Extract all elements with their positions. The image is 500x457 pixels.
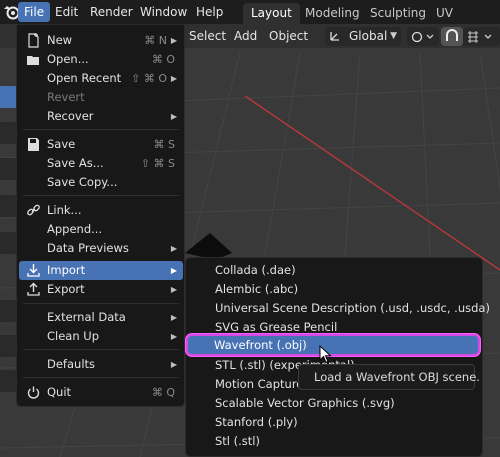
x-axis-line: [244, 95, 500, 271]
menu-item-label: Data Previews: [47, 241, 129, 255]
submenu-arrow-icon: ▶: [170, 266, 177, 275]
submenu-arrow-icon: ▶: [170, 74, 177, 83]
file-menu-revert: Revert: [19, 88, 183, 107]
file-menu-import[interactable]: Import ▶: [19, 261, 183, 280]
import-submenu: Collada (.dae) Alembic (.abc) Universal …: [185, 257, 490, 457]
import-wavefront-obj[interactable]: Wavefront (.obj): [186, 334, 480, 356]
menu-item-label: Save Copy...: [47, 175, 118, 189]
submenu-arrow-icon: ▶: [170, 285, 177, 294]
menu-item-label: External Data: [47, 310, 126, 324]
menu-item-label: Clean Up: [47, 329, 100, 343]
import-usd[interactable]: Universal Scene Description (.usd, .usdc…: [215, 299, 490, 318]
menu-separator: [23, 349, 179, 350]
file-menu-link[interactable]: Link...: [19, 201, 183, 220]
tab-sculpting[interactable]: Sculpting: [362, 3, 434, 24]
tooltip: Load a Wavefront OBJ scene.: [298, 364, 480, 390]
file-menu-data-previews[interactable]: Data Previews ▶: [19, 239, 183, 258]
submenu-arrow-icon: ▶: [170, 112, 177, 121]
menu-separator: [23, 303, 179, 304]
menu-item-label: Link...: [47, 203, 82, 217]
shortcut-label: ⌘ N: [144, 34, 167, 47]
menu-separator: [23, 129, 179, 130]
file-menu-save-copy[interactable]: Save Copy...: [19, 173, 183, 192]
menu-select[interactable]: Select: [189, 27, 226, 45]
file-menu-defaults[interactable]: Defaults ▶: [19, 355, 183, 374]
link-icon: [27, 204, 40, 216]
orientation-axes-icon: [330, 32, 339, 41]
menu-object[interactable]: Object: [269, 27, 308, 45]
tab-modeling[interactable]: Modeling: [297, 3, 368, 24]
mouse-pointer-icon: [319, 345, 332, 364]
top-menu-bar: File Edit Render Window Help Layout Mode…: [0, 0, 500, 41]
menu-separator: [23, 377, 179, 378]
file-menu-external-data[interactable]: External Data ▶: [19, 308, 183, 327]
file-menu-open-recent[interactable]: Open Recent ⇧ ⌘ O ▶: [19, 69, 183, 88]
menu-help[interactable]: Help: [190, 2, 229, 22]
shortcut-label: ⇧ ⌘ O: [131, 72, 167, 85]
file-menu-recover[interactable]: Recover ▶: [19, 107, 183, 126]
import-icon: [27, 264, 40, 277]
submenu-arrow-icon: ▶: [170, 244, 177, 253]
menu-window[interactable]: Window: [134, 2, 193, 22]
menu-file[interactable]: File: [18, 2, 51, 22]
file-menu-new[interactable]: New ⌘ N ▶: [19, 31, 183, 50]
magnet-icon: [446, 29, 458, 41]
menu-item-label: Open Recent: [47, 71, 122, 85]
import-collada[interactable]: Collada (.dae): [215, 261, 296, 280]
chevron-down-icon: ▼: [390, 31, 397, 41]
menu-item-label: Import: [47, 263, 86, 277]
new-file-icon: [28, 33, 39, 48]
import-alembic[interactable]: Alembic (.abc): [215, 280, 298, 299]
import-stl[interactable]: Stl (.stl): [215, 432, 260, 451]
menu-item-label: New: [47, 33, 73, 47]
tab-layout[interactable]: Layout: [243, 3, 300, 24]
power-icon: [27, 386, 40, 399]
shortcut-label: ⇧ ⌘ S: [140, 157, 175, 170]
file-menu-save[interactable]: Save ⌘ S: [19, 135, 183, 154]
folder-open-icon: [27, 56, 39, 65]
menu-item-label: Open...: [47, 52, 89, 66]
menu-add[interactable]: Add: [234, 27, 257, 45]
menu-item-label: Recover: [47, 109, 94, 123]
submenu-arrow-icon: ▶: [170, 313, 177, 322]
menu-item-label: Export: [47, 282, 85, 296]
file-menu-quit[interactable]: Quit ⌘ Q: [19, 383, 183, 402]
snap-grid-icon: [468, 31, 492, 43]
file-menu-append[interactable]: Append...: [19, 220, 183, 239]
menu-edit[interactable]: Edit: [49, 2, 84, 22]
save-icon: [28, 138, 39, 151]
pivot-point-dropdown[interactable]: [407, 27, 439, 46]
submenu-arrow-icon: ▶: [170, 36, 177, 45]
import-svg[interactable]: Scalable Vector Graphics (.svg): [215, 394, 395, 413]
snap-target-dropdown[interactable]: [463, 27, 500, 46]
menu-item-label: Append...: [47, 222, 103, 236]
file-menu-save-as[interactable]: Save As... ⇧ ⌘ S: [19, 154, 183, 173]
menu-separator: [23, 195, 179, 196]
shortcut-label: ⌘ S: [153, 138, 175, 151]
menu-item-label: Save As...: [47, 156, 104, 170]
import-ply[interactable]: Stanford (.ply): [215, 413, 298, 432]
menu-item-label: Save: [47, 137, 76, 151]
submenu-arrow-icon: ▶: [170, 360, 177, 369]
submenu-arrow-icon: ▶: [170, 332, 177, 341]
menu-render[interactable]: Render: [84, 2, 139, 22]
file-menu-export[interactable]: Export ▶: [19, 280, 183, 299]
file-menu-open[interactable]: Open... ⌘ O: [19, 50, 183, 69]
transform-orientation-dropdown[interactable]: Global ▼: [325, 27, 401, 46]
file-menu-clean-up[interactable]: Clean Up ▶: [19, 327, 183, 346]
menu-item-label: Wavefront (.obj): [214, 338, 307, 352]
shortcut-label: ⌘ Q: [151, 386, 175, 399]
shortcut-label: ⌘ O: [151, 53, 175, 66]
menu-item-label: Revert: [47, 90, 85, 104]
pivot-icon: [411, 31, 434, 43]
file-menu: New ⌘ N ▶ Open... ⌘ O Open Recent ⇧ ⌘ O …: [16, 24, 185, 407]
export-icon: [27, 282, 40, 296]
snap-toggle[interactable]: [441, 27, 463, 46]
menu-item-label: Defaults: [47, 357, 96, 371]
menu-item-label: Quit: [47, 385, 72, 399]
tab-uv-editing[interactable]: UV Editing: [428, 3, 500, 41]
orientation-value: Global: [349, 29, 388, 43]
